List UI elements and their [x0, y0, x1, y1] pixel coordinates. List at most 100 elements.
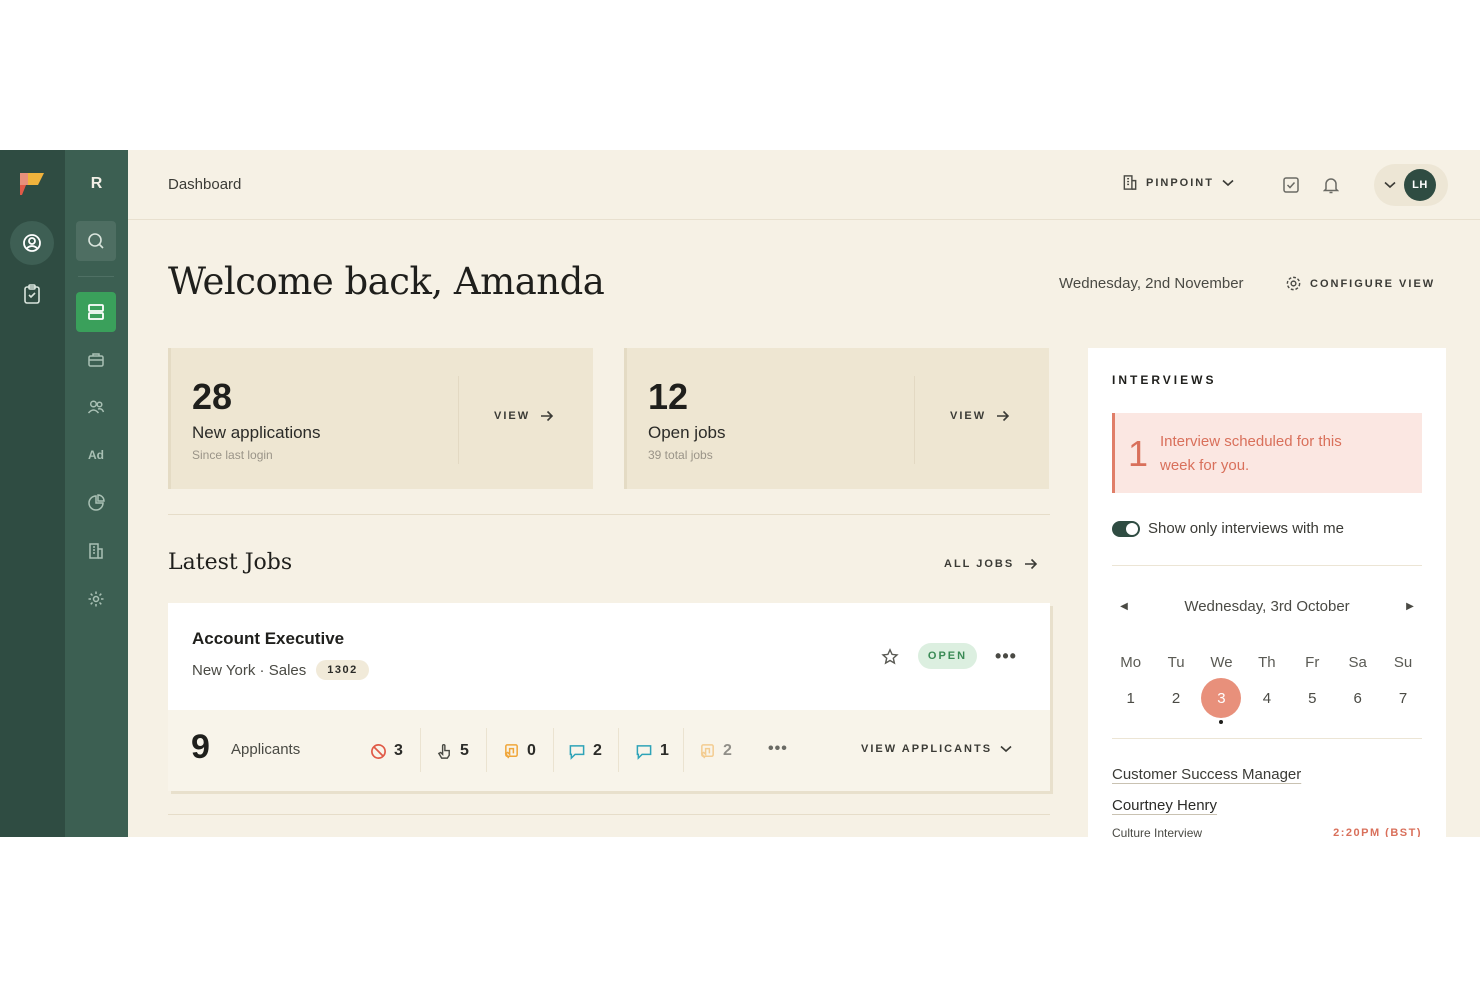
ads-icon[interactable]: Ad — [76, 435, 116, 475]
star-icon[interactable] — [879, 646, 901, 668]
interview-candidate-link[interactable]: Courtney Henry — [1112, 797, 1217, 814]
pipeline-count: 3 — [394, 742, 403, 759]
checklist-icon[interactable] — [1280, 174, 1302, 196]
prev-day-icon[interactable]: ◀ — [1112, 601, 1136, 612]
weekday-label: Sa — [1348, 653, 1367, 671]
pipeline-review[interactable]: 0 — [503, 732, 536, 770]
current-date: Wednesday, 2nd November — [1059, 275, 1244, 292]
pipeline-count: 0 — [527, 742, 536, 759]
configure-view-button[interactable]: CONFIGURE VIEW — [1285, 275, 1435, 292]
interview-alert[interactable]: 1 Interview scheduled for this week for … — [1112, 413, 1422, 493]
avatar: LH — [1404, 169, 1436, 201]
weekday-label: Mo — [1120, 653, 1142, 671]
all-jobs-label: ALL JOBS — [944, 558, 1015, 570]
app-root: R Ad Dashboard PINPOINT LH Welcome back,… — [0, 150, 1480, 837]
all-jobs-link[interactable]: ALL JOBS — [944, 558, 1038, 570]
stat-card-new-applications: 28 New applications Since last login VIE… — [168, 348, 593, 489]
hand-pointer-icon — [437, 743, 450, 759]
pipeline-interview[interactable]: 2 — [568, 732, 602, 770]
bell-icon[interactable] — [1320, 174, 1342, 196]
people-icon[interactable] — [76, 387, 116, 427]
stat-sublabel: Since last login — [192, 448, 273, 462]
pipeline-new[interactable]: 5 — [436, 732, 469, 770]
weekday-label: Su — [1393, 653, 1413, 671]
only-my-interviews-toggle[interactable] — [1112, 520, 1140, 537]
view-applications-button[interactable]: VIEW — [494, 410, 554, 422]
stat-value: 28 — [192, 376, 233, 417]
interviews-heading: INTERVIEWS — [1112, 373, 1217, 387]
clipboard-icon[interactable] — [18, 280, 46, 308]
pipeline-rejected[interactable]: 3 — [370, 732, 403, 770]
arrow-right-icon — [541, 410, 554, 422]
pipeline-count: 2 — [723, 742, 732, 759]
breadcrumb[interactable]: Dashboard — [168, 176, 241, 193]
view-applicants-label: VIEW APPLICANTS — [861, 743, 993, 755]
pipeline-offer[interactable]: 1 — [635, 732, 669, 770]
section-divider — [168, 814, 1050, 815]
settings-icon[interactable] — [76, 579, 116, 619]
calendar-day[interactable]: 4 — [1244, 680, 1289, 716]
profile-search-icon[interactable] — [10, 221, 54, 265]
pipeline-divider — [553, 728, 554, 772]
calendar-header: ◀ Wednesday, 3rd October ▶ — [1112, 592, 1422, 620]
latest-jobs-heading: Latest Jobs — [168, 550, 293, 575]
chat-icon — [569, 744, 585, 760]
rail-divider — [78, 276, 114, 277]
review-icon — [504, 743, 518, 758]
weekday-label: We — [1210, 653, 1233, 671]
selected-day-value: 3 — [1201, 678, 1242, 718]
chevron-down-icon — [1222, 179, 1234, 186]
dashboard-icon[interactable] — [76, 292, 116, 332]
stat-value: 12 — [648, 376, 689, 417]
interview-job-link[interactable]: Customer Success Manager — [1112, 766, 1301, 783]
calendar-day[interactable]: 2 — [1153, 680, 1198, 716]
top-bar: Dashboard PINPOINT LH — [128, 150, 1480, 220]
job-department: Sales — [268, 661, 307, 679]
calendar-day[interactable]: 1 — [1108, 680, 1153, 716]
applicants-count: 9 — [191, 728, 210, 766]
search-icon[interactable] — [76, 221, 116, 261]
stat-divider — [458, 376, 459, 464]
org-switcher[interactable]: PINPOINT — [1122, 174, 1234, 191]
job-card[interactable]: Account Executive New York · Sales 1302 … — [168, 603, 1050, 791]
section-divider — [168, 514, 1050, 515]
calendar-day[interactable]: 5 — [1290, 680, 1335, 716]
view-applicants-button[interactable]: VIEW APPLICANTS — [861, 743, 1012, 755]
weekday-label: Fr — [1305, 653, 1320, 671]
chevron-down-icon — [1384, 181, 1396, 189]
building-icon — [1123, 175, 1137, 190]
calendar-date: Wednesday, 3rd October — [1184, 597, 1350, 615]
pipeline-hired[interactable]: 2 — [699, 732, 732, 770]
event-dot — [1219, 720, 1223, 724]
briefcase-icon[interactable] — [76, 340, 116, 380]
building-icon[interactable] — [76, 531, 116, 571]
view-label: VIEW — [950, 410, 987, 422]
pinpoint-logo-icon[interactable] — [16, 170, 48, 198]
chevron-down-icon — [1000, 745, 1012, 753]
alert-count: 1 — [1128, 433, 1149, 474]
next-day-icon[interactable]: ▶ — [1398, 601, 1422, 612]
calendar-day-selected[interactable]: 3 — [1199, 678, 1244, 718]
pipeline-divider — [683, 728, 684, 772]
pie-chart-icon[interactable] — [76, 483, 116, 523]
job-title[interactable]: Account Executive — [192, 629, 344, 649]
stat-label: Open jobs — [648, 423, 726, 442]
job-meta: New York · Sales 1302 — [192, 660, 369, 680]
stat-card-open-jobs: 12 Open jobs 39 total jobs VIEW — [624, 348, 1049, 489]
panel-divider — [1112, 738, 1422, 739]
calendar-day[interactable]: 6 — [1335, 680, 1380, 716]
user-menu[interactable]: LH — [1374, 164, 1448, 206]
stat-divider — [914, 376, 915, 464]
pipeline-count: 2 — [593, 742, 602, 759]
panel-divider — [1112, 565, 1422, 566]
day-row: 1 2 3 4 5 6 7 — [1108, 678, 1426, 718]
view-jobs-button[interactable]: VIEW — [950, 410, 1010, 422]
more-options-icon[interactable]: ••• — [994, 643, 1018, 669]
meta-separator: · — [259, 661, 265, 679]
job-location: New York — [192, 661, 256, 679]
calendar-day[interactable]: 7 — [1380, 680, 1425, 716]
more-options-icon[interactable]: ••• — [768, 740, 788, 758]
workspace-letter[interactable]: R — [65, 170, 128, 198]
arrow-right-icon — [1025, 558, 1038, 570]
arrow-right-icon — [997, 410, 1010, 422]
